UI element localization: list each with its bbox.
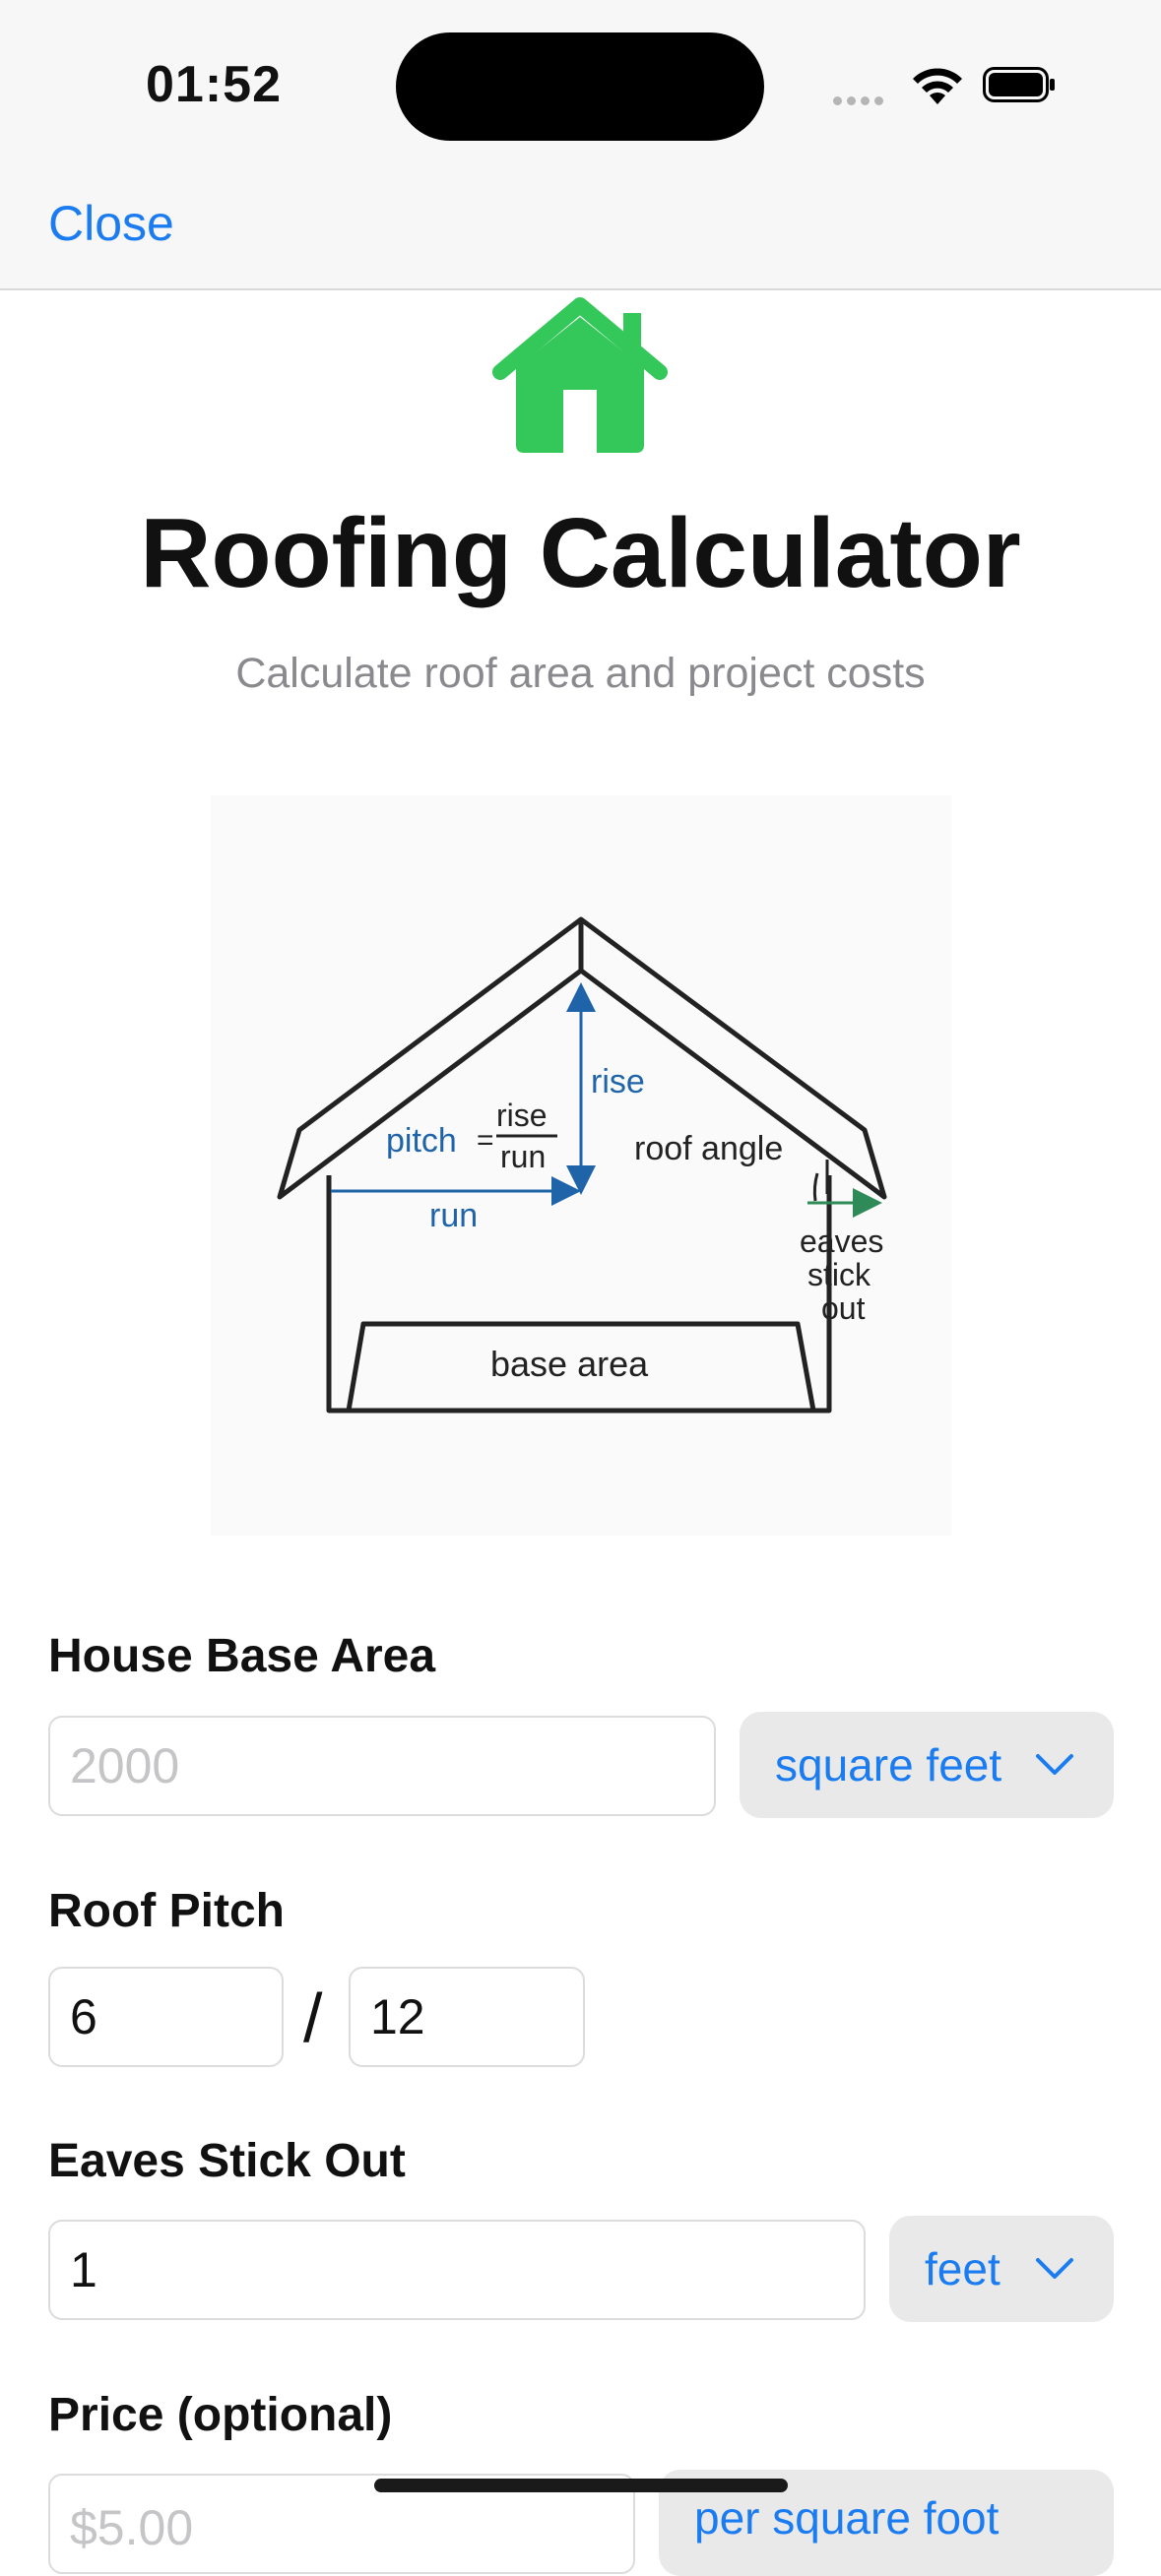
roof-angle-label: roof angle	[634, 1130, 783, 1167]
base-area-field-label: House Base Area	[48, 1630, 436, 1682]
chevron-down-icon	[1036, 2258, 1073, 2279]
house-icon	[492, 297, 668, 453]
eaves-label-line2: stick	[807, 1257, 871, 1292]
nav-divider	[0, 288, 1161, 290]
pitch-separator: /	[303, 1979, 323, 2056]
battery-icon	[983, 67, 1055, 102]
equals-sign: =	[477, 1124, 494, 1157]
roof-diagram: pitch = rise run rise run roof angle eav…	[211, 795, 951, 1536]
base-area-input[interactable]: 2000	[48, 1716, 716, 1816]
eaves-unit-value: feet	[925, 2243, 1000, 2294]
status-time: 01:52	[146, 56, 282, 113]
eaves-unit-select[interactable]: feet	[889, 2216, 1114, 2322]
eaves-field-label: Eaves Stick Out	[48, 2135, 406, 2187]
base-area-unit-value: square feet	[775, 1739, 1002, 1791]
price-field-label: Price (optional)	[48, 2389, 393, 2441]
price-unit-value: per square foot	[694, 2492, 1000, 2544]
home-indicator	[374, 2479, 788, 2492]
wifi-icon	[913, 68, 962, 104]
rise-arrow-label: rise	[591, 1063, 645, 1100]
page-title: Roofing Calculator	[140, 498, 1021, 608]
pitch-rise-input[interactable]: 6	[48, 1967, 284, 2067]
status-bar: 01:52	[0, 0, 1161, 177]
pitch-label: pitch	[386, 1122, 457, 1160]
roof-pitch-field-label: Roof Pitch	[48, 1885, 285, 1937]
fraction-rise: rise	[496, 1098, 548, 1133]
dynamic-island	[396, 32, 764, 141]
chevron-down-icon	[1036, 1754, 1073, 1775]
eaves-input[interactable]: 1	[48, 2220, 866, 2320]
eaves-label-line1: eaves	[800, 1224, 883, 1259]
fraction-run: run	[500, 1139, 546, 1174]
base-area-unit-select[interactable]: square feet	[740, 1712, 1114, 1818]
eaves-label-line3: out	[821, 1290, 866, 1326]
roof-diagram-drawing: pitch = rise run rise run roof angle eav…	[277, 916, 887, 1414]
cellular-signal-icon	[833, 93, 888, 110]
base-area-label: base area	[490, 1344, 649, 1384]
close-button[interactable]: Close	[48, 195, 174, 252]
pitch-run-input[interactable]: 12	[349, 1967, 585, 2067]
navigation-bar	[0, 177, 1161, 288]
page-subtitle: Calculate roof area and project costs	[235, 650, 926, 697]
run-arrow-label: run	[429, 1197, 478, 1234]
